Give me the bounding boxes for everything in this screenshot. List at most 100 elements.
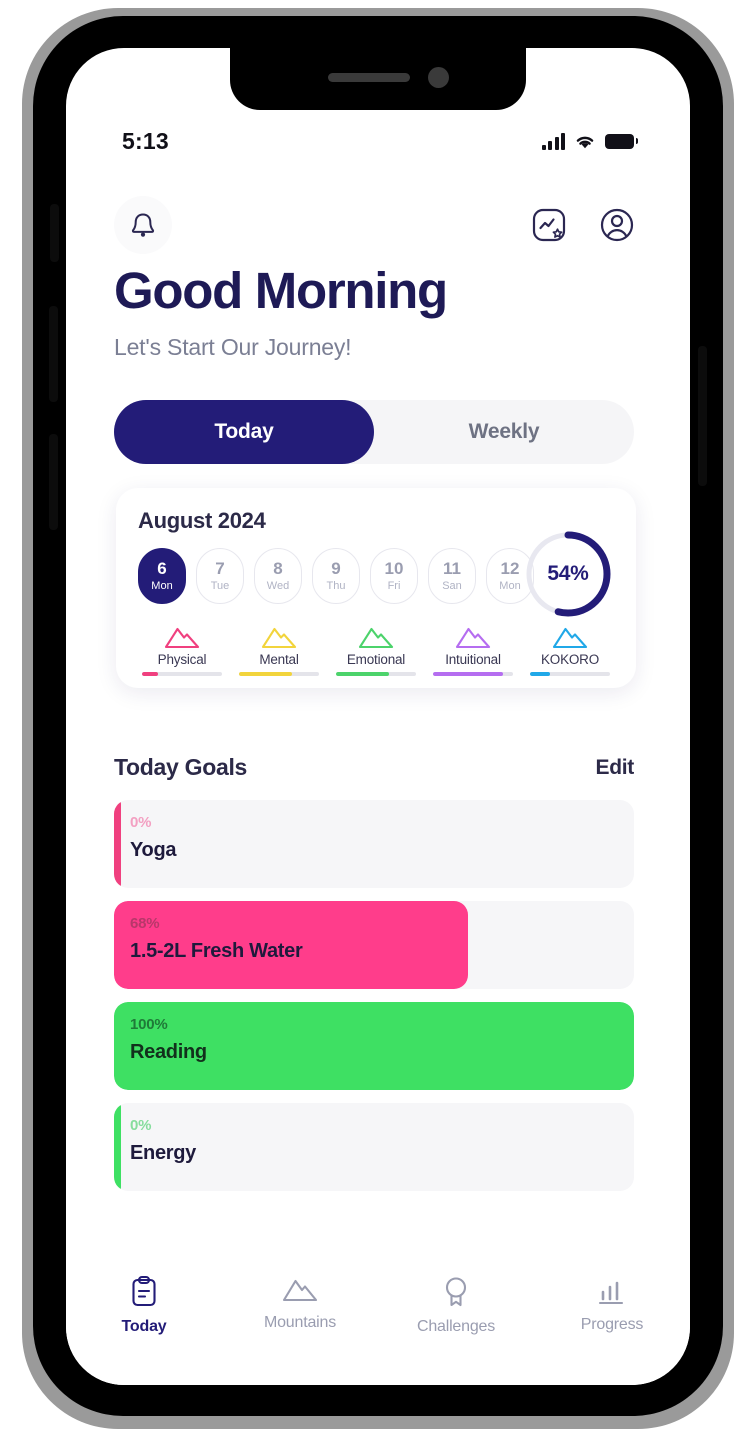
mountain-icon — [552, 627, 588, 649]
calendar-day-number: 8 — [273, 558, 283, 578]
calendar-day[interactable]: 11 San — [428, 548, 476, 604]
goal-card-fresh-water[interactable]: 68% 1.5-2L Fresh Water — [114, 901, 634, 989]
mountain-progress-bar — [433, 672, 513, 676]
silent-switch-button[interactable] — [50, 204, 59, 262]
calendar-day-label: Thu — [326, 580, 346, 593]
calendar-day-number: 9 — [331, 558, 341, 578]
mountain-label: Emotional — [346, 652, 406, 667]
goal-percent: 68% — [130, 915, 160, 932]
goal-name: Energy — [130, 1142, 197, 1164]
goals-list: 0% Yoga 68% 1.5-2L Fresh Water 100% Read… — [114, 800, 634, 1204]
calendar-day[interactable]: 6 Mon — [138, 548, 186, 604]
greeting-subtitle: Let's Start Our Journey! — [114, 333, 352, 360]
calendar-day-number: 12 — [500, 558, 520, 578]
nav-item-mountains[interactable]: Mountains — [222, 1275, 378, 1332]
goal-text: 68% 1.5-2L Fresh Water — [114, 901, 634, 963]
stats-button[interactable] — [524, 200, 574, 250]
goal-card-yoga[interactable]: 0% Yoga — [114, 800, 634, 888]
screenshot-stage: 5:13 Good Morning Let's Start Our Journe… — [0, 0, 755, 1437]
goal-name: Yoga — [130, 839, 177, 861]
mountain-icon — [282, 1279, 318, 1302]
progress-ring-value: 54% — [547, 562, 589, 585]
nav-label: Today — [121, 1318, 167, 1335]
nav-label: Mountains — [263, 1314, 337, 1331]
mountain-progress-fill — [336, 672, 389, 676]
calendar-day-label: Mon — [499, 580, 521, 593]
goal-text: 0% Yoga — [114, 800, 634, 862]
mountain-icon — [358, 627, 394, 649]
calendar-day[interactable]: 7 Tue — [196, 548, 244, 604]
goals-header: Today Goals Edit — [114, 754, 634, 781]
mountain-label: Physical — [157, 652, 207, 667]
stats-star-icon — [532, 208, 566, 242]
phone-screen: 5:13 Good Morning Let's Start Our Journe… — [66, 48, 690, 1385]
goal-card-reading[interactable]: 100% Reading — [114, 1002, 634, 1090]
calendar-card: August 2024 6 Mon 7 Tue 8 Wed 9 Thu 10 F… — [116, 488, 636, 688]
mountain-category-kokoro[interactable]: KOKORO — [526, 624, 614, 676]
mountain-progress-bar — [530, 672, 610, 676]
mountain-category-emotional[interactable]: Emotional — [332, 624, 420, 676]
mountain-progress-bar — [142, 672, 222, 676]
power-button[interactable] — [698, 346, 707, 486]
nav-label: Challenges — [416, 1318, 496, 1335]
mountain-progress-bar — [239, 672, 319, 676]
goal-text: 100% Reading — [114, 1002, 634, 1064]
phone-notch — [230, 48, 526, 110]
period-tabs: Today Weekly — [114, 400, 634, 464]
mountain-progress-fill — [142, 672, 158, 676]
goal-name: 1.5-2L Fresh Water — [130, 940, 303, 962]
nav-item-progress[interactable]: Progress — [534, 1275, 690, 1334]
goal-card-energy[interactable]: 0% Energy — [114, 1103, 634, 1191]
greeting-block: Good Morning Let's Start Our Journey! — [114, 264, 654, 361]
mountain-progress-fill — [433, 672, 504, 676]
bar-chart-icon — [598, 1281, 624, 1305]
mountain-icon — [164, 627, 200, 649]
mountain-progress-fill — [530, 672, 550, 676]
goal-text: 0% Energy — [114, 1103, 634, 1165]
mountain-icon — [455, 627, 491, 649]
tab-today[interactable]: Today — [114, 400, 374, 464]
tab-weekly[interactable]: Weekly — [374, 400, 634, 464]
bottom-navigation: Today Mountains Challenges Progress — [66, 1261, 690, 1385]
mountain-progress-fill — [239, 672, 292, 676]
calendar-day[interactable]: 8 Wed — [254, 548, 302, 604]
goals-section-title: Today Goals — [114, 754, 248, 780]
calendar-day[interactable]: 10 Fri — [370, 548, 418, 604]
mountain-category-mental[interactable]: Mental — [235, 624, 323, 676]
nav-item-today[interactable]: Today — [66, 1275, 222, 1336]
mountain-category-physical[interactable]: Physical — [138, 624, 226, 676]
calendar-day-number: 7 — [215, 558, 225, 578]
medal-icon — [445, 1277, 467, 1307]
calendar-day-label: Mon — [151, 580, 173, 593]
goal-percent: 0% — [130, 1117, 152, 1134]
goal-percent: 0% — [130, 814, 152, 831]
volume-down-button[interactable] — [49, 434, 58, 530]
notifications-button[interactable] — [114, 196, 172, 254]
calendar-day-number: 11 — [443, 558, 461, 578]
clipboard-icon — [132, 1275, 156, 1307]
goal-percent: 100% — [130, 1016, 168, 1033]
goal-name: Reading — [130, 1041, 207, 1063]
mountain-category-intuitional[interactable]: Intuitional — [429, 624, 517, 676]
calendar-day-number: 6 — [157, 558, 167, 578]
bell-icon — [131, 213, 155, 237]
mountain-progress-bar — [336, 672, 416, 676]
page-title: Good Morning — [114, 262, 448, 319]
calendar-day-number: 10 — [384, 558, 404, 578]
profile-avatar-icon — [600, 208, 634, 242]
calendar-day-label: San — [442, 580, 462, 593]
nav-item-challenges[interactable]: Challenges — [378, 1275, 534, 1336]
edit-goals-button[interactable]: Edit — [596, 756, 635, 780]
mountain-label: Mental — [259, 652, 299, 667]
earpiece-speaker — [328, 73, 410, 82]
daily-progress-ring: 54% — [522, 528, 614, 620]
calendar-day[interactable]: 9 Thu — [312, 548, 360, 604]
app-content: Good Morning Let's Start Our Journey! To… — [66, 48, 690, 1385]
calendar-day-label: Tue — [210, 580, 230, 593]
mountain-icon — [261, 627, 297, 649]
mountain-label: Intuitional — [445, 652, 501, 667]
app-topbar — [66, 196, 690, 254]
topbar-actions — [524, 200, 642, 250]
volume-up-button[interactable] — [49, 306, 58, 402]
profile-button[interactable] — [592, 200, 642, 250]
